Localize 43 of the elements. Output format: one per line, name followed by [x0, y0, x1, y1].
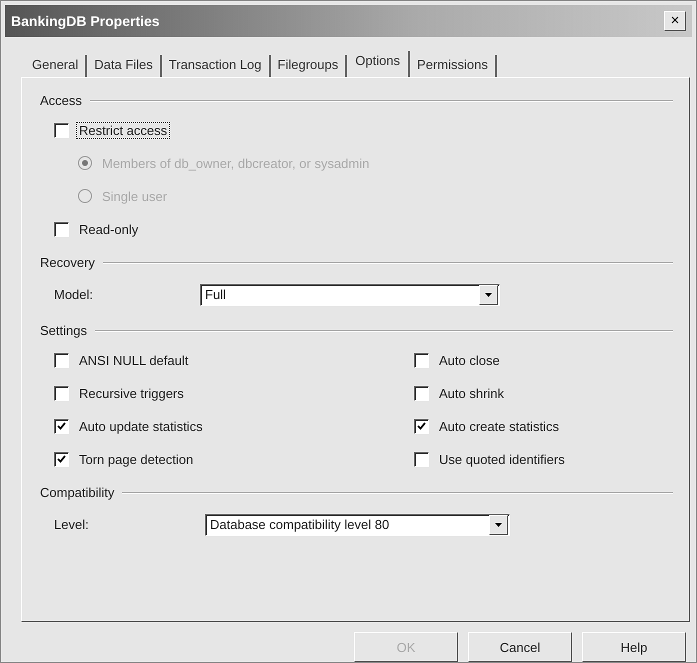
checkbox[interactable] [414, 352, 429, 368]
checkbox-label: Auto update statistics [78, 418, 204, 434]
checkbox[interactable] [54, 452, 69, 467]
checkbox[interactable] [54, 222, 69, 237]
dropdown-value: Full [205, 287, 226, 302]
check-icon [57, 422, 66, 431]
checkbox-label: Torn page detection [78, 452, 194, 467]
section-title: Compatibility [40, 485, 114, 500]
caret-icon [485, 292, 492, 297]
checkbox[interactable] [54, 122, 69, 138]
dropdown-button[interactable] [489, 514, 508, 535]
model-dropdown[interactable]: Full [200, 284, 500, 306]
checkbox-label: Use quoted identifiers [438, 452, 566, 467]
checkbox-label: Read-only [78, 222, 140, 237]
checkbox[interactable] [54, 418, 69, 434]
checkbox[interactable] [414, 452, 429, 467]
check-icon [417, 422, 426, 431]
dropdown-value: Database compatibility level 80 [210, 517, 390, 532]
checkbox[interactable] [414, 418, 429, 434]
checkbox-label: ANSI NULL default [78, 352, 190, 368]
level-dropdown[interactable]: Database compatibility level 80 [205, 514, 510, 536]
caret-icon [495, 522, 502, 527]
checkbox-label: Auto create statistics [438, 418, 560, 434]
window-title: BankingDB Properties [11, 12, 160, 29]
checkbox[interactable] [54, 352, 69, 368]
dialog-button[interactable]: Cancel [468, 632, 572, 662]
radio-label: Members of db_owner, dbcreator, or sysadmin [101, 156, 370, 171]
section-title: Recovery [40, 255, 95, 270]
checkbox[interactable] [54, 386, 69, 401]
field-label: Model: [54, 287, 94, 302]
dropdown-button[interactable] [479, 284, 498, 305]
dialog-button[interactable]: Help [582, 632, 686, 662]
checkbox-label: Auto shrink [438, 386, 506, 401]
field-label: Level: [54, 517, 90, 532]
check-icon [57, 454, 66, 464]
section-title: Settings [40, 323, 87, 338]
close-button[interactable]: × [664, 10, 686, 31]
section-title: Access [40, 93, 82, 108]
radio-label: Single user [101, 188, 168, 204]
checkbox-label: Auto close [438, 352, 501, 368]
checkbox[interactable] [414, 386, 429, 401]
checkbox-label: Restrict access [77, 122, 170, 138]
checkbox-label: Recursive triggers [78, 386, 185, 401]
